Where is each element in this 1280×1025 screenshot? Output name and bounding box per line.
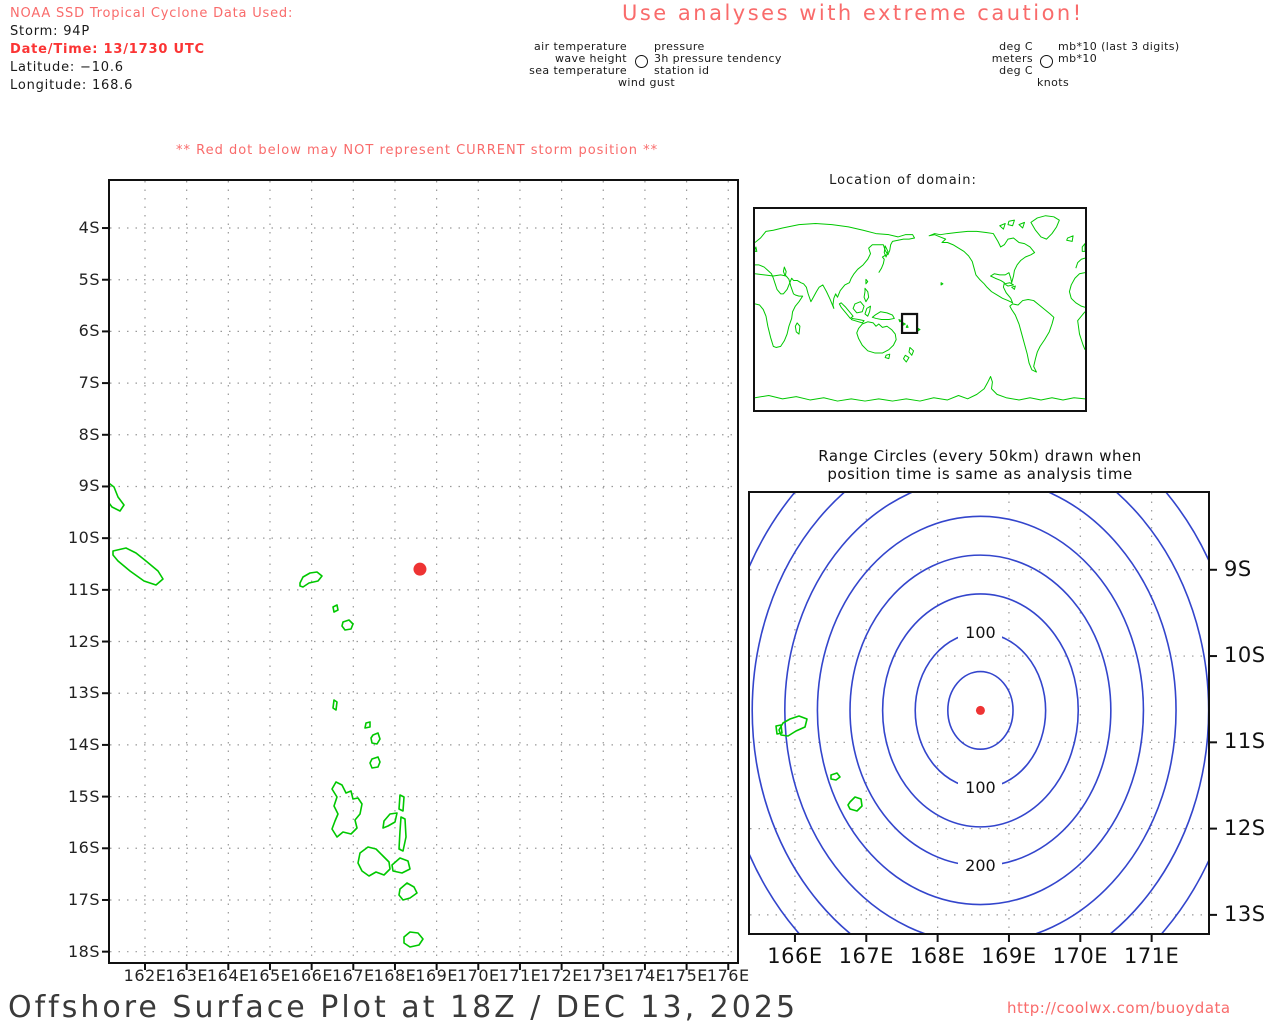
legend-sea-temperature: sea temperature	[529, 64, 627, 77]
range-contour-label: 100	[958, 778, 1003, 798]
main-lat-tick-label: 15S	[67, 786, 100, 806]
caution-headline: Use analyses with extreme caution!	[622, 1, 1084, 25]
main-lat-tick-label: 13S	[67, 683, 100, 703]
unit-wind-gust: knots	[1037, 76, 1070, 89]
storm-position-dot	[413, 562, 427, 576]
world-map-canvas	[755, 209, 1085, 410]
domain-locator-map	[753, 207, 1087, 412]
main-lat-tick-label: 5S	[78, 269, 100, 289]
range-center-dot	[975, 705, 985, 715]
main-lat-tick-label: 8S	[78, 424, 100, 444]
range-plot-title-line1: Range Circles (every 50km) drawn when	[818, 447, 1142, 465]
main-lon-tick-label: 176E	[706, 966, 750, 985]
main-lat-tick-label: 11S	[67, 579, 100, 599]
main-lat-tick-label: 7S	[78, 373, 100, 393]
unit-sea-temperature: deg C	[999, 64, 1033, 77]
world-coastlines	[755, 216, 1085, 401]
main-lat-tick-label: 6S	[78, 321, 100, 341]
storm-info-block: NOAA SSD Tropical Cyclone Data Used: Sto…	[10, 5, 293, 95]
range-lon-tick-label: 170E	[1052, 944, 1108, 968]
main-surface-map	[102, 179, 739, 970]
range-contour-label: 100	[958, 622, 1003, 642]
main-lat-tick-label: 18S	[67, 941, 100, 961]
range-lat-tick-label: 11S	[1224, 729, 1266, 754]
range-lon-tick-label: 166E	[767, 944, 823, 968]
main-map-canvas	[102, 181, 737, 970]
range-plot-title-line2: position time is same as analysis time	[827, 465, 1133, 483]
range-lon-tick-label: 168E	[909, 944, 966, 968]
storm-id-line: Storm: 94P	[10, 24, 90, 39]
range-lon-tick-label: 169E	[981, 944, 1037, 968]
main-lat-tick-label: 14S	[67, 734, 100, 754]
range-lat-tick-label: 9S	[1224, 556, 1252, 581]
unit-pressure-tendency: mb*10	[1058, 52, 1098, 65]
range-lat-tick-label: 10S	[1224, 643, 1266, 668]
buoydata-surface-plot-page: { "header": { "storm_info_title": "NOAA …	[0, 0, 1280, 1025]
main-lat-tick-label: 12S	[67, 631, 100, 651]
storm-datetime-line: Date/Time: 13/1730 UTC	[10, 42, 205, 57]
station-model-circle-icon	[635, 55, 648, 68]
main-lat-tick-label: 10S	[67, 528, 100, 548]
station-model-units-circle-icon	[1040, 55, 1053, 68]
range-lat-tick-label: 13S	[1224, 901, 1266, 926]
range-contour-label: 200	[958, 855, 1003, 875]
range-lon-tick-label: 171E	[1123, 944, 1180, 968]
domain-map-title: Location of domain:	[829, 173, 977, 188]
legend-wind-gust: wind gust	[618, 76, 676, 89]
storm-latitude-line: Latitude: −10.6	[10, 60, 124, 75]
main-lat-tick-label: 4S	[78, 218, 100, 238]
range-lon-tick-label: 167E	[838, 944, 894, 968]
main-lat-tick-label: 9S	[78, 476, 100, 496]
main-lat-tick-label: 17S	[67, 889, 100, 909]
range-lat-tick-label: 12S	[1224, 815, 1266, 840]
storm-info-title: NOAA SSD Tropical Cyclone Data Used:	[10, 6, 294, 21]
red-dot-warning: ** Red dot below may NOT represent CURRE…	[176, 143, 659, 158]
footer-plot-title: Offshore Surface Plot at 18Z / DEC 13, 2…	[8, 990, 799, 1025]
footer-url: http://coolwx.com/buoydata	[1007, 999, 1231, 1017]
main-map-axis-ticks	[102, 227, 730, 970]
main-lat-tick-label: 16S	[67, 838, 100, 858]
main-map-coastlines	[110, 483, 424, 948]
storm-longitude-line: Longitude: 168.6	[10, 78, 134, 93]
